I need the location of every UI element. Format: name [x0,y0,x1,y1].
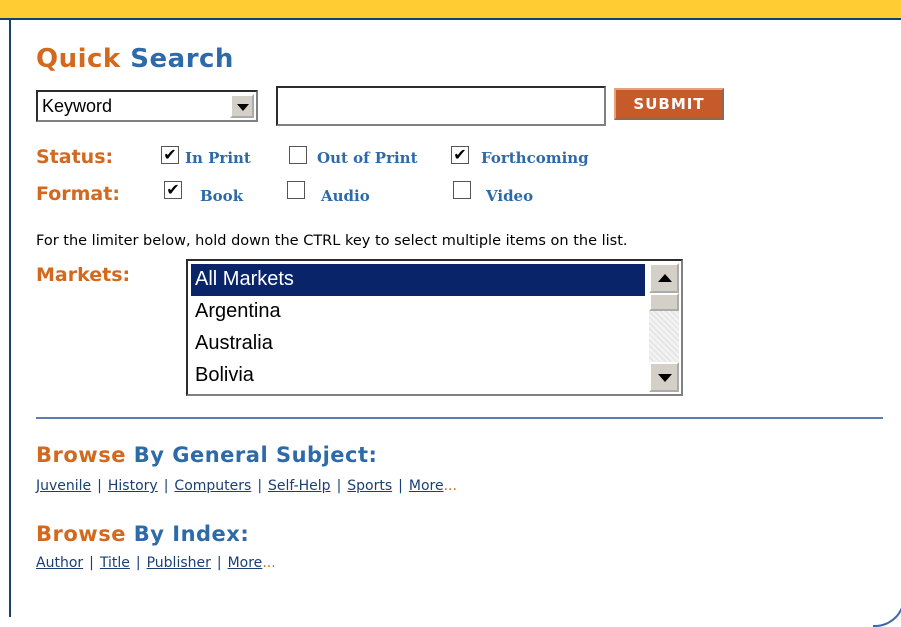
divider [36,417,883,419]
scroll-down-button[interactable] [649,362,679,392]
subject-links: Juvenile | History | Computers | Self-Help | Spo… [36,478,457,494]
link-sports[interactable]: Sports [347,478,392,494]
list-item[interactable]: Bolivia [191,360,645,392]
link-more-subjects[interactable]: More [409,478,444,494]
more-ellipsis: ... [443,478,457,494]
search-type-value: Keyword [42,96,113,116]
link-publisher[interactable]: Publisher [147,555,211,571]
title-word-search: Search [130,44,234,74]
index-links: Author | Title | Publisher | More... [36,555,276,571]
browse-index-heading: Browse By Index: [36,522,249,546]
markets-listbox[interactable]: All Markets Argentina Australia Bolivia [186,259,683,396]
browse-index-rest: By Index: [133,522,250,546]
search-input[interactable] [276,86,606,126]
browse-word: Browse [36,522,126,546]
list-item[interactable]: All Markets [191,264,645,296]
instructions-text: For the limiter below, hold down the CTR… [36,233,628,249]
top-yellow-bar [0,0,901,20]
format-video-checkbox[interactable] [453,181,471,199]
format-book-checkbox[interactable]: ✔ [164,181,182,199]
format-audio-label: Audio [321,187,370,205]
scroll-thumb[interactable] [649,293,679,311]
format-book-label: Book [200,187,244,205]
status-in-print-checkbox[interactable]: ✔ [161,146,179,164]
link-self-help[interactable]: Self-Help [268,478,331,494]
link-juvenile[interactable]: Juvenile [36,478,91,494]
chevron-down-icon [237,104,249,111]
status-forthcoming-checkbox[interactable]: ✔ [451,146,469,164]
browse-word: Browse [36,443,126,467]
list-item[interactable]: Argentina [191,296,645,328]
browse-subject-heading: Browse By General Subject: [36,443,377,467]
submit-button[interactable]: SUBMIT [614,88,724,120]
link-computers[interactable]: Computers [174,478,251,494]
link-title[interactable]: Title [100,555,130,571]
format-video-label: Video [486,187,534,205]
vertical-scrollbar[interactable] [649,263,679,392]
status-out-of-print-checkbox[interactable] [289,146,307,164]
browse-subject-rest: By General Subject: [133,443,378,467]
status-label: Status: [36,146,114,168]
markets-label: Markets: [36,264,131,286]
dropdown-button[interactable] [230,94,254,118]
more-ellipsis: ... [262,555,276,571]
format-label: Format: [36,183,120,205]
rounded-corner [873,595,901,627]
checkmark-icon: ✔ [453,145,467,164]
arrow-down-icon [658,374,672,382]
arrow-up-icon [658,274,672,282]
scroll-up-button[interactable] [649,263,679,293]
list-item[interactable]: Australia [191,328,645,360]
status-forthcoming-label: Forthcoming [481,149,589,167]
link-author[interactable]: Author [36,555,83,571]
title-word-quick: Quick [36,44,121,74]
checkmark-icon: ✔ [163,145,177,164]
link-history[interactable]: History [108,478,158,494]
page-title: Quick Search [36,44,234,74]
search-type-select[interactable]: Keyword [36,90,258,122]
status-out-of-print-label: Out of Print [317,149,418,167]
link-more-index[interactable]: More [228,555,263,571]
checkmark-icon: ✔ [166,180,180,199]
left-border [9,20,11,617]
status-in-print-label: In Print [185,149,251,167]
format-audio-checkbox[interactable] [287,181,305,199]
